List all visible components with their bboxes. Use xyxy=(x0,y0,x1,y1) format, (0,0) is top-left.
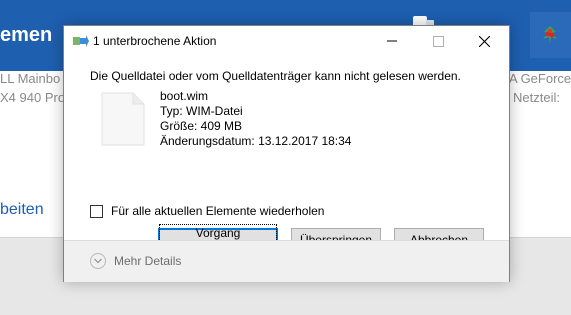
dialog-title: 1 unterbrochene Aktion xyxy=(93,34,217,48)
title-bar[interactable]: 1 unterbrochene Aktion xyxy=(64,26,509,56)
dialog-footer: Mehr Details xyxy=(64,240,509,282)
page-header-title: emen xyxy=(0,24,53,46)
minimize-button[interactable] xyxy=(369,26,415,56)
error-message: Die Quelldatei oder vom Quelldatenträger… xyxy=(90,69,461,83)
file-type: Typ: WIM-Datei xyxy=(160,104,243,118)
close-button[interactable] xyxy=(461,26,507,56)
spec-line-4: Netzteil: xyxy=(513,90,560,105)
file-name: boot.wim xyxy=(160,89,209,103)
more-details-label[interactable]: Mehr Details xyxy=(114,254,181,268)
maximize-button xyxy=(415,26,461,56)
close-icon xyxy=(478,35,490,47)
minimize-icon xyxy=(387,40,397,42)
file-transfer-icon xyxy=(73,35,89,47)
file-size: Größe: 409 MB xyxy=(160,119,243,133)
repeat-for-all-checkbox[interactable] xyxy=(90,204,103,218)
holly-icon xyxy=(543,26,557,43)
spec-line-1: LL Mainbo xyxy=(0,71,61,86)
edit-link[interactable]: beiten xyxy=(0,201,44,219)
chevron-down-icon xyxy=(94,258,102,264)
maximize-icon xyxy=(432,35,444,47)
file-icon xyxy=(101,92,145,146)
repeat-for-all-label[interactable]: Für alle aktuellen Elemente wiederholen xyxy=(111,204,324,218)
avatar[interactable] xyxy=(530,12,571,58)
spec-line-2: X4 940 Pro xyxy=(0,90,66,105)
spec-line-3: A GeForce xyxy=(509,71,571,86)
interrupted-action-dialog: 1 unterbrochene Aktion Die Quelldatei od… xyxy=(63,25,510,282)
file-modified: Änderungsdatum: 13.12.2017 18:34 xyxy=(160,134,352,148)
file-details: boot.wim Typ: WIM-Datei Größe: 409 MB Än… xyxy=(160,89,351,149)
repeat-for-all-checkbox-row[interactable]: Für alle aktuellen Elemente wiederholen xyxy=(90,204,324,218)
dialog-body: Die Quelldatei oder vom Quelldatenträger… xyxy=(64,56,509,256)
expand-details-button[interactable] xyxy=(90,253,106,269)
